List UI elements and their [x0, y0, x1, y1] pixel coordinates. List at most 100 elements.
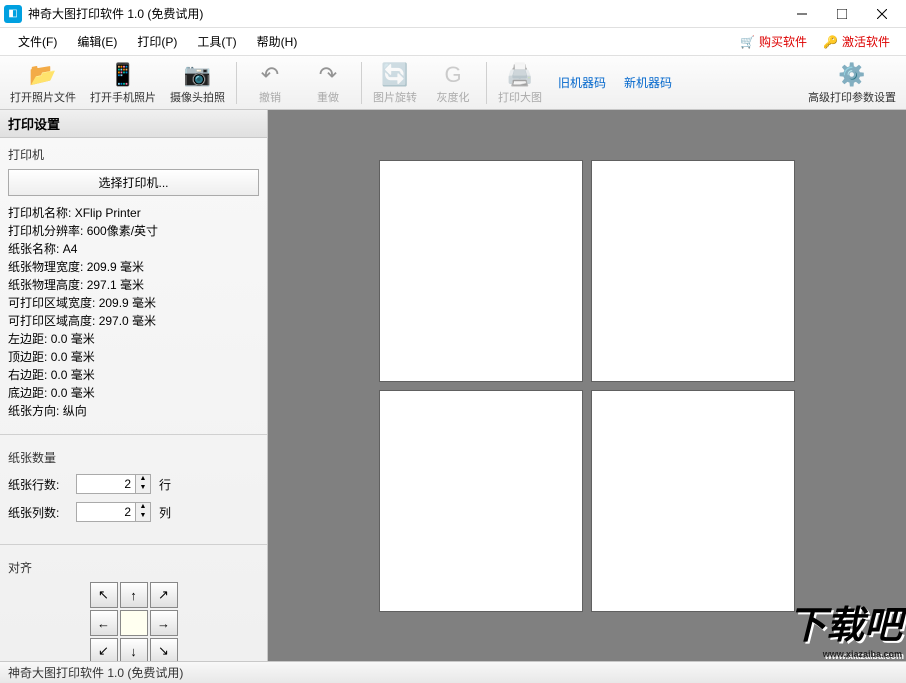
- menu-print[interactable]: 打印(P): [127, 29, 187, 54]
- menubar: 文件(F) 编辑(E) 打印(P) 工具(T) 帮助(H) 🛒 购买软件 🔑 激…: [0, 28, 906, 56]
- align-bottom-left[interactable]: ↙: [90, 638, 118, 661]
- cart-icon: 🛒: [740, 35, 755, 49]
- align-top[interactable]: ↑: [120, 582, 148, 608]
- align-top-right[interactable]: ↗: [150, 582, 178, 608]
- advanced-settings-button[interactable]: ⚙️ 高级打印参数设置: [802, 59, 902, 107]
- paper-height: 纸张物理高度: 297.1 毫米: [8, 276, 259, 294]
- paper-name: 纸张名称: A4: [8, 240, 259, 258]
- camera-button[interactable]: 📷 摄像头拍照: [164, 59, 231, 107]
- margin-right: 右边距: 0.0 毫米: [8, 366, 259, 384]
- window-title: 神奇大图打印软件 1.0 (免费试用): [28, 5, 782, 22]
- rows-input[interactable]: [76, 474, 136, 494]
- margin-top: 顶边距: 0.0 毫米: [8, 348, 259, 366]
- new-code-button[interactable]: 新机器码: [616, 70, 680, 95]
- align-bottom[interactable]: ↓: [120, 638, 148, 661]
- rows-label: 纸张行数:: [8, 476, 68, 493]
- align-center[interactable]: [120, 610, 148, 636]
- content: 打印设置 打印机 选择打印机... 打印机名称: XFlip Printer 打…: [0, 110, 906, 661]
- paper-count-title: 纸张数量: [8, 449, 259, 466]
- grayscale-button[interactable]: G 灰度化: [425, 59, 481, 107]
- print-big-button[interactable]: 🖨️ 打印大图: [492, 59, 548, 107]
- margin-left: 左边距: 0.0 毫米: [8, 330, 259, 348]
- margin-bottom: 底边距: 0.0 毫米: [8, 384, 259, 402]
- rows-down-icon[interactable]: ▼: [136, 484, 150, 493]
- align-left[interactable]: ←: [90, 610, 118, 636]
- canvas[interactable]: [268, 110, 906, 661]
- sidebar: 打印设置 打印机 选择打印机... 打印机名称: XFlip Printer 打…: [0, 110, 268, 661]
- activate-link[interactable]: 🔑 激活软件: [815, 29, 898, 54]
- status-text: 神奇大图打印软件 1.0 (免费试用): [8, 664, 183, 681]
- printer-resolution: 打印机分辨率: 600像素/英寸: [8, 222, 259, 240]
- camera-label: 摄像头拍照: [170, 89, 225, 105]
- rows-spinner[interactable]: ▲▼: [76, 474, 151, 494]
- rotate-button[interactable]: 🔄 图片旋转: [367, 59, 423, 107]
- grayscale-label: 灰度化: [437, 89, 470, 105]
- statusbar: 神奇大图打印软件 1.0 (免费试用): [0, 661, 906, 683]
- activate-label: 激活软件: [842, 33, 890, 50]
- close-button[interactable]: [862, 0, 902, 28]
- titlebar: ◧ 神奇大图打印软件 1.0 (免费试用): [0, 0, 906, 28]
- paper-count-section: 纸张数量 纸张行数: ▲▼ 行 纸张列数: ▲▼ 列: [0, 441, 267, 538]
- redo-icon: ↷: [319, 61, 337, 89]
- page-preview: [379, 390, 583, 612]
- cols-label: 纸张列数:: [8, 504, 68, 521]
- printer-section: 打印机 选择打印机... 打印机名称: XFlip Printer 打印机分辨率…: [0, 138, 267, 428]
- align-top-left[interactable]: ↖: [90, 582, 118, 608]
- printer-section-title: 打印机: [8, 146, 259, 163]
- maximize-button[interactable]: [822, 0, 862, 28]
- camera-icon: 📷: [184, 61, 211, 89]
- menu-edit[interactable]: 编辑(E): [67, 29, 127, 54]
- align-section: 对齐 ↖ ↑ ↗ ← → ↙ ↓ ↘: [0, 551, 267, 661]
- cols-spinner[interactable]: ▲▼: [76, 502, 151, 522]
- menu-tools[interactable]: 工具(T): [187, 29, 246, 54]
- separator: [486, 62, 487, 104]
- grayscale-icon: G: [444, 61, 461, 89]
- panel-header: 打印设置: [0, 110, 267, 138]
- align-right[interactable]: →: [150, 610, 178, 636]
- advanced-settings-label: 高级打印参数设置: [808, 89, 896, 105]
- cols-down-icon[interactable]: ▼: [136, 512, 150, 521]
- page-preview: [591, 160, 795, 382]
- minimize-button[interactable]: [782, 0, 822, 28]
- redo-label: 重做: [317, 89, 339, 105]
- menu-file[interactable]: 文件(F): [8, 29, 67, 54]
- open-photo-label: 打开照片文件: [10, 89, 76, 105]
- redo-button[interactable]: ↷ 重做: [300, 59, 356, 107]
- menu-help[interactable]: 帮助(H): [247, 29, 308, 54]
- align-bottom-right[interactable]: ↘: [150, 638, 178, 661]
- rotate-label: 图片旋转: [373, 89, 417, 105]
- printable-height: 可打印区域高度: 297.0 毫米: [8, 312, 259, 330]
- rotate-icon: 🔄: [381, 61, 408, 89]
- undo-button[interactable]: ↶ 撤销: [242, 59, 298, 107]
- orientation: 纸张方向: 纵向: [8, 402, 259, 420]
- align-grid: ↖ ↑ ↗ ← → ↙ ↓ ↘: [8, 582, 259, 661]
- phone-icon: 📱: [109, 61, 136, 89]
- cols-input[interactable]: [76, 502, 136, 522]
- buy-link[interactable]: 🛒 购买软件: [732, 29, 815, 54]
- align-title: 对齐: [8, 559, 259, 576]
- printer-icon: 🖨️: [506, 61, 533, 89]
- app-icon: ◧: [4, 5, 22, 23]
- open-phone-label: 打开手机照片: [90, 89, 156, 105]
- printer-name: 打印机名称: XFlip Printer: [8, 204, 259, 222]
- gear-icon: ⚙️: [838, 61, 865, 89]
- paper-width: 纸张物理宽度: 209.9 毫米: [8, 258, 259, 276]
- buy-label: 购买软件: [759, 33, 807, 50]
- page-preview: [379, 160, 583, 382]
- separator: [236, 62, 237, 104]
- cols-up-icon[interactable]: ▲: [136, 503, 150, 512]
- open-photo-button[interactable]: 📂 打开照片文件: [4, 59, 82, 107]
- printable-width: 可打印区域宽度: 209.9 毫米: [8, 294, 259, 312]
- open-phone-button[interactable]: 📱 打开手机照片: [84, 59, 162, 107]
- separator: [361, 62, 362, 104]
- rows-unit: 行: [159, 476, 171, 493]
- select-printer-button[interactable]: 选择打印机...: [8, 169, 259, 196]
- old-code-button[interactable]: 旧机器码: [550, 70, 614, 95]
- key-icon: 🔑: [823, 35, 838, 49]
- page-preview: [591, 390, 795, 612]
- cols-unit: 列: [159, 504, 171, 521]
- rows-up-icon[interactable]: ▲: [136, 475, 150, 484]
- page-grid: [379, 160, 795, 612]
- folder-icon: 📂: [29, 61, 56, 89]
- toolbar: 📂 打开照片文件 📱 打开手机照片 📷 摄像头拍照 ↶ 撤销 ↷ 重做 🔄 图片…: [0, 56, 906, 110]
